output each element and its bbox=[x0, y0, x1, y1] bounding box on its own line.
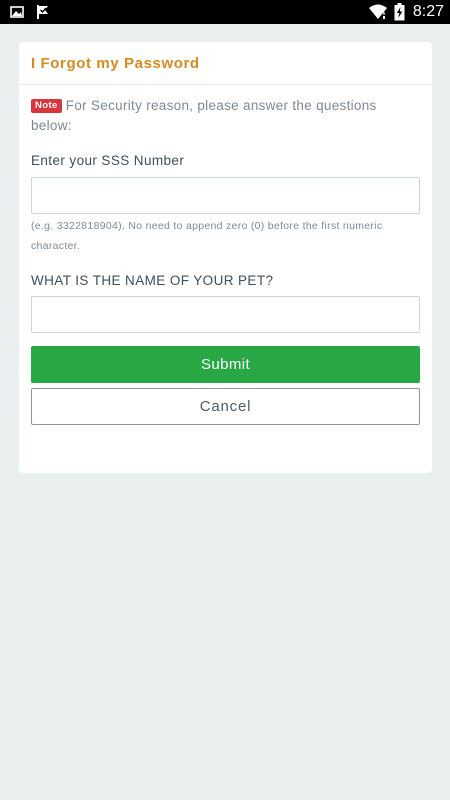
page-title: I Forgot my Password bbox=[31, 54, 200, 72]
note-text: For Security reason, please answer the q… bbox=[31, 98, 377, 133]
status-bar: 8:27 bbox=[0, 0, 450, 24]
pet-name-input[interactable] bbox=[31, 296, 420, 333]
pet-question-label: WHAT IS THE NAME OF YOUR PET? bbox=[31, 273, 274, 288]
cancel-button[interactable]: Cancel bbox=[31, 388, 420, 425]
note-badge: Note bbox=[31, 99, 62, 113]
flag-check-icon bbox=[37, 5, 48, 19]
status-time: 8:27 bbox=[412, 3, 444, 20]
status-left-icons bbox=[10, 4, 50, 20]
wifi-icon bbox=[368, 4, 387, 19]
battery-charging-icon bbox=[394, 3, 405, 21]
sss-number-label: Enter your SSS Number bbox=[31, 153, 185, 168]
sss-number-input[interactable] bbox=[31, 177, 420, 214]
card-header: I Forgot my Password bbox=[19, 42, 432, 85]
image-icon bbox=[10, 6, 24, 18]
forgot-password-card: I Forgot my Password Note For Security r… bbox=[19, 42, 432, 473]
security-note: Note For Security reason, please answer … bbox=[31, 96, 411, 136]
status-right-icons: 8:27 bbox=[368, 0, 444, 24]
submit-button[interactable]: Submit bbox=[31, 346, 420, 383]
sss-number-hint: (e.g. 3322818904). No need to append zer… bbox=[31, 220, 383, 252]
